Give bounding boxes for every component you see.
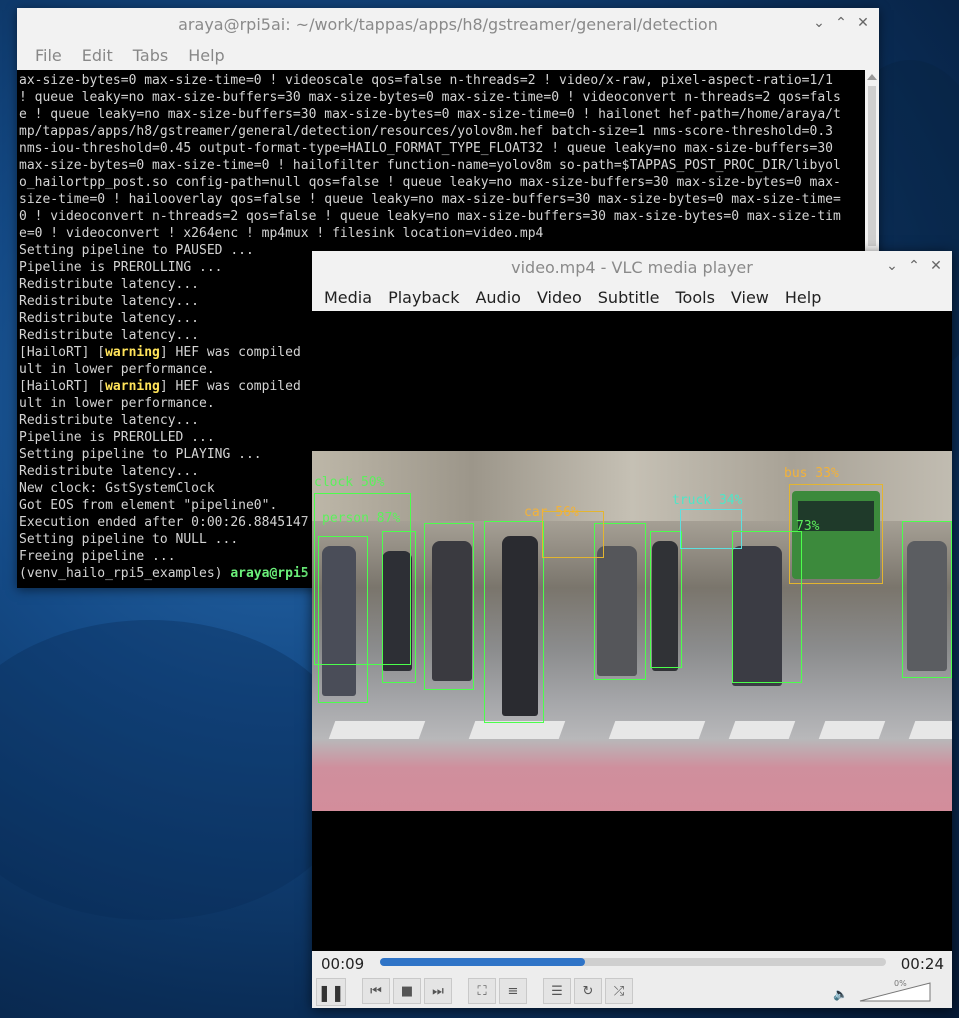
playlist-button[interactable]: ☰ xyxy=(543,978,571,1004)
shuffle-button[interactable]: ⤮ xyxy=(605,978,633,1004)
detection-box xyxy=(424,523,474,690)
menu-video[interactable]: Video xyxy=(529,288,590,307)
detection-label: person 87% xyxy=(322,511,401,526)
stop-button[interactable]: ■ xyxy=(393,978,421,1004)
detection-box xyxy=(382,531,416,683)
menu-playback[interactable]: Playback xyxy=(380,288,467,307)
terminal-line: max-size-bytes=0 max-size-time=0 ! hailo… xyxy=(19,158,841,173)
menu-file[interactable]: File xyxy=(27,46,70,65)
previous-button[interactable]: ⏮ xyxy=(362,978,390,1004)
time-total: 00:24 xyxy=(900,955,944,973)
crosswalk-stripe xyxy=(328,721,426,739)
detection-box xyxy=(902,521,952,678)
crosswalk-stripe xyxy=(818,721,886,739)
detection-label: 73% xyxy=(796,519,820,534)
volume-percent: 0% xyxy=(894,979,907,988)
scroll-up-icon[interactable] xyxy=(867,74,877,80)
terminal-line: 0 ! videoconvert n-threads=2 qos=false !… xyxy=(19,209,841,224)
next-button[interactable]: ⏭ xyxy=(424,978,452,1004)
seek-progress xyxy=(380,958,585,966)
wallpaper-shape xyxy=(0,620,360,920)
seek-bar[interactable] xyxy=(380,958,886,966)
speaker-icon[interactable]: 🔈 xyxy=(833,987,848,1001)
terminal-line: ! queue leaky=no max-size-buffers=30 max… xyxy=(19,90,841,105)
chevron-down-icon[interactable]: ⌄ xyxy=(884,257,900,275)
detection-label: truck 34% xyxy=(672,493,743,508)
terminal-line: nms-iou-threshold=0.45 output-format-typ… xyxy=(19,141,833,156)
close-icon[interactable]: ✕ xyxy=(855,14,871,32)
menu-help[interactable]: Help xyxy=(180,46,232,65)
video-frame: clock 50% person 87% car 56% truck 34% b… xyxy=(312,451,952,811)
terminal-menubar: File Edit Tabs Help xyxy=(17,40,879,70)
prompt-user: araya@rpi5 xyxy=(230,566,309,581)
vlc-window[interactable]: video.mp4 - VLC media player ⌄ ⌃ ✕ Media… xyxy=(312,251,952,1008)
menu-help[interactable]: Help xyxy=(777,288,829,307)
detection-box xyxy=(650,531,682,668)
time-elapsed: 00:09 xyxy=(321,955,365,973)
menu-tools[interactable]: Tools xyxy=(668,288,723,307)
playback-controls: 00:09 00:24 ❚❚ ⏮ ■ ⏭ ⛶ ≡ ☰ ↻ ⤮ 🔈 0% xyxy=(312,951,952,1008)
detection-box xyxy=(318,536,368,703)
detection-box xyxy=(789,484,883,584)
terminal-title: araya@rpi5ai: ~/work/tappas/apps/h8/gstr… xyxy=(178,15,718,34)
scrollbar-thumb[interactable] xyxy=(868,86,876,246)
menu-subtitle[interactable]: Subtitle xyxy=(590,288,668,307)
warning-tag: warning xyxy=(105,345,160,360)
vlc-titlebar[interactable]: video.mp4 - VLC media player ⌄ ⌃ ✕ xyxy=(312,251,952,283)
crosswalk-stripe xyxy=(468,721,566,739)
detection-label: clock 50% xyxy=(314,475,385,490)
terminal-line: o_hailortpp_post.so config-path=null qos… xyxy=(19,175,841,190)
chevron-up-icon[interactable]: ⌃ xyxy=(833,14,849,32)
close-icon[interactable]: ✕ xyxy=(928,257,944,275)
detection-box xyxy=(732,531,802,683)
terminal-line: e ! queue leaky=no max-size-buffers=30 m… xyxy=(19,107,841,122)
vlc-menubar: Media Playback Audio Video Subtitle Tool… xyxy=(312,283,952,311)
terminal-line: ax-size-bytes=0 max-size-time=0 ! videos… xyxy=(19,73,833,88)
crosswalk-stripe xyxy=(728,721,796,739)
extended-settings-button[interactable]: ≡ xyxy=(499,978,527,1004)
video-area[interactable]: clock 50% person 87% car 56% truck 34% b… xyxy=(312,311,952,951)
terminal-line: size-time=0 ! hailooverlay qos=false ! q… xyxy=(19,192,841,207)
crosswalk-stripe xyxy=(608,721,706,739)
menu-view[interactable]: View xyxy=(723,288,777,307)
detection-label: bus 33% xyxy=(784,466,839,481)
terminal-line: mp/tappas/apps/h8/gstreamer/general/dete… xyxy=(19,124,833,139)
volume-slider[interactable]: 0% xyxy=(858,979,932,1003)
menu-tabs[interactable]: Tabs xyxy=(125,46,176,65)
detection-box xyxy=(484,521,544,723)
chevron-down-icon[interactable]: ⌄ xyxy=(811,14,827,32)
menu-edit[interactable]: Edit xyxy=(74,46,121,65)
terminal-line: e=0 ! videoconvert ! x264enc ! mp4mux ! … xyxy=(19,226,544,241)
menu-audio[interactable]: Audio xyxy=(467,288,528,307)
warning-tag: warning xyxy=(105,379,160,394)
menu-media[interactable]: Media xyxy=(316,288,380,307)
chevron-up-icon[interactable]: ⌃ xyxy=(906,257,922,275)
crosswalk-stripe xyxy=(908,721,952,739)
vlc-title: video.mp4 - VLC media player xyxy=(511,258,753,277)
loop-button[interactable]: ↻ xyxy=(574,978,602,1004)
pause-button[interactable]: ❚❚ xyxy=(316,978,346,1006)
detection-label: car 56% xyxy=(524,505,579,520)
fullscreen-button[interactable]: ⛶ xyxy=(468,978,496,1004)
terminal-titlebar[interactable]: araya@rpi5ai: ~/work/tappas/apps/h8/gstr… xyxy=(17,8,879,40)
